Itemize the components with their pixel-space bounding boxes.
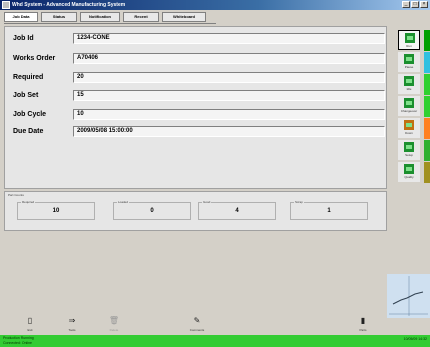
machine-setup-icon	[404, 142, 414, 152]
tab-underline	[4, 23, 216, 24]
tab-whiteboard[interactable]: Whiteboard	[162, 12, 206, 22]
trend-graph-plot	[389, 276, 428, 316]
parts-label: Parts	[359, 328, 367, 332]
part-counts-label: Part Counts	[8, 193, 24, 197]
machine-quality-icon	[404, 164, 414, 174]
job-id-field[interactable]: 1234-CONE	[73, 33, 385, 44]
tab-status[interactable]: Status	[41, 12, 77, 22]
machine-state-bar: Run Pause Idle Changeover Down Setup Qua…	[398, 30, 426, 182]
state-label: Quality	[404, 175, 414, 179]
machine-down-icon	[404, 120, 414, 130]
title-bar: Whd System - Advanced Manufacturing Syst…	[0, 0, 430, 10]
window-controls: _ □ ×	[402, 1, 428, 8]
counter-loaded: Loaded 0	[113, 200, 191, 220]
state-label: Down	[405, 131, 413, 135]
window-title: Whd System - Advanced Manufacturing Syst…	[12, 2, 126, 8]
required-field[interactable]: 20	[73, 72, 385, 83]
part-counts-panel: Part Counts Required 10 Loaded 0 Good 4 …	[4, 191, 387, 231]
counter-good: Good 4	[198, 200, 276, 220]
machine-changeover-icon	[404, 98, 414, 108]
state-stripe	[424, 52, 430, 73]
tools-button[interactable]: ⇒ Tools	[57, 313, 87, 335]
app-icon	[2, 1, 10, 9]
state-stripe	[424, 162, 430, 183]
parts-icon: ▮	[360, 316, 366, 325]
state-stripe	[424, 74, 430, 95]
trend-graph[interactable]	[387, 274, 430, 318]
job-set-label: Job Set	[13, 92, 39, 99]
maximize-button[interactable]: □	[411, 1, 419, 8]
machine-pause-icon	[404, 54, 414, 64]
comments-label: Comments	[189, 328, 205, 332]
tab-recent[interactable]: Recent	[123, 12, 159, 22]
machine-run-icon	[405, 33, 415, 43]
job-details-panel: Job Id 1234-CONE Works Order A70406 Requ…	[4, 26, 387, 189]
counter-value: 0	[150, 208, 154, 214]
counter-label: Required	[21, 200, 36, 204]
state-label: Changeover	[400, 109, 418, 113]
state-stripe	[424, 140, 430, 161]
state-stripe	[424, 30, 430, 51]
counter-value: 10	[52, 208, 60, 214]
counter-label: Scrap	[294, 200, 304, 204]
status-line-1: Production Running	[3, 336, 34, 340]
due-date-field[interactable]: 2009/05/08 15:00:00	[73, 126, 385, 137]
due-date-label: Due Date	[13, 128, 44, 135]
parts-button[interactable]: ▮ Parts	[348, 313, 378, 335]
state-button-quality[interactable]: Quality	[398, 162, 420, 182]
exit-button[interactable]: ▯ Exit	[15, 313, 45, 335]
state-button-down[interactable]: Down	[398, 118, 420, 138]
counter-required: Required 10	[17, 200, 95, 220]
state-button-idle[interactable]: Idle	[398, 74, 420, 94]
close-button[interactable]: ×	[420, 1, 428, 8]
state-label: Pause	[404, 65, 414, 69]
job-cycle-field[interactable]: 10	[73, 109, 385, 120]
counter-label: Good	[202, 200, 212, 204]
state-stripe	[424, 96, 430, 117]
state-label: Run	[406, 44, 412, 48]
state-button-setup[interactable]: Setup	[398, 140, 420, 160]
comments-icon: ✎	[193, 316, 201, 325]
state-button-changeover[interactable]: Changeover	[398, 96, 420, 116]
status-bar: Production Running Connected: Online 10/…	[0, 335, 430, 347]
bottom-toolbar: ▯ Exit ⇒ Tools 🗑 Delete ✎ Comments ▮ Par…	[0, 313, 430, 335]
counter-label: Loaded	[117, 200, 130, 204]
comments-button[interactable]: ✎ Comments	[182, 313, 212, 335]
job-cycle-label: Job Cycle	[13, 111, 47, 118]
works-order-label: Works Order	[13, 55, 56, 62]
tab-job-data[interactable]: Job Data	[4, 12, 38, 22]
state-button-run[interactable]: Run	[398, 30, 420, 50]
state-stripe	[424, 118, 430, 139]
delete-label: Delete	[109, 328, 119, 332]
status-clock: 10/05/09 14:32	[403, 337, 427, 341]
machine-idle-icon	[404, 76, 414, 86]
minimize-button[interactable]: _	[402, 1, 410, 8]
counter-scrap: Scrap 1	[290, 200, 368, 220]
counter-value: 1	[327, 208, 331, 214]
tab-notification[interactable]: Notification	[80, 12, 120, 22]
state-label: Setup	[405, 153, 413, 157]
required-label: Required	[13, 74, 44, 81]
delete-icon: 🗑	[108, 316, 120, 325]
job-set-field[interactable]: 15	[73, 90, 385, 101]
state-label: Idle	[406, 87, 412, 91]
works-order-field[interactable]: A70406	[73, 53, 385, 64]
tools-label: Tools	[68, 328, 76, 332]
tools-icon: ⇒	[68, 316, 76, 325]
exit-label: Exit	[27, 328, 33, 332]
state-button-pause[interactable]: Pause	[398, 52, 420, 72]
delete-button[interactable]: 🗑 Delete	[99, 313, 129, 335]
status-line-2: Connected: Online	[3, 341, 32, 345]
job-id-label: Job Id	[13, 35, 34, 42]
counter-value: 4	[235, 208, 239, 214]
exit-icon: ▯	[27, 316, 33, 325]
